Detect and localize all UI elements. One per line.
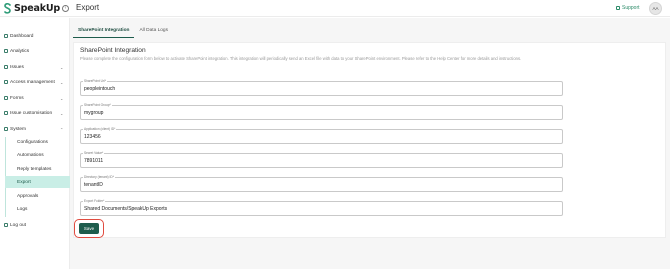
sidebar-subitem-configurations[interactable]: Configurations [5,137,70,147]
field-label: SharePoint Group* [83,103,112,107]
support-link[interactable]: Support [616,5,640,11]
export-folder-field[interactable]: Export Folder* Shared Documents/SpeakUp … [80,199,563,216]
field-label: Directory (tenant) ID* [83,175,115,179]
sidebar-item-label: Analytics [10,48,30,54]
directory-tenant-id-field[interactable]: Directory (tenant) ID* tenantID [80,175,563,192]
sidebar-item-label: Issues [10,64,24,70]
system-icon [4,127,8,131]
sidebar-subitem-reply-templates[interactable]: Reply templates [5,164,70,174]
sidebar-subitem-label: Approvals [17,193,39,199]
speakup-logo-icon [4,3,11,14]
section-title: SharePoint Integration [80,47,146,54]
section-description: Please complete the configuration form b… [80,56,522,61]
issues-icon [4,65,8,69]
chevron-down-icon: ⌄ [60,95,64,101]
tab-sharepoint-integration[interactable]: SharePoint Integration [73,26,135,38]
tab-all-data-logs[interactable]: All Data Logs [134,26,173,38]
field-value: Shared Documents/SpeakUp Exports [84,206,168,212]
sidebar-item-label: Issue customisation [10,110,53,116]
sidebar-subitem-logs[interactable]: Logs [5,204,70,214]
tab-bar: SharePoint Integration All Data Logs [73,26,173,38]
field-value: 7891011 [84,158,104,164]
avatar[interactable]: AA [649,2,662,15]
support-label: Support [622,5,640,11]
sidebar-subitem-approvals[interactable]: Approvals [5,191,70,201]
support-icon [616,6,620,10]
forms-icon [4,96,8,100]
sidebar-item-analytics[interactable]: Analytics [0,46,70,56]
logout-link[interactable]: Log out [0,220,70,230]
sidebar-subitem-label: Reply templates [17,166,52,172]
logout-label: Log out [10,222,27,228]
chevron-down-icon: ⌄ [60,64,64,70]
logout-icon [4,223,8,227]
sharepoint-url-field[interactable]: SharePoint Url* peopleintouch [80,79,563,96]
sidebar-item-label: Access management [10,79,55,85]
dashboard-icon [4,34,8,38]
sidebar-subitem-automations[interactable]: Automations [5,150,70,160]
collapse-sidebar-icon[interactable]: ‹ [62,5,69,12]
sidebar-item-label: System [10,126,26,132]
sidebar-subitem-label: Logs [17,206,28,212]
sharepoint-group-field[interactable]: SharePoint Group* mygroup [80,103,563,120]
secret-value-field[interactable]: Secret Value* 7891011 [80,151,563,168]
speakup-logo[interactable]: SpeakUp [4,2,60,15]
application-client-id-field[interactable]: Application (client) ID* 123456 [80,127,563,144]
sidebar-subitem-label: Automations [17,152,44,158]
chevron-down-icon: ⌄ [60,79,64,85]
sidebar-item-system[interactable]: System ⌃ [0,124,70,134]
sidebar-item-label: Forms [10,95,24,101]
sidebar-subitem-export[interactable]: Export [5,176,70,188]
customise-icon [4,111,8,115]
access-icon [4,80,8,84]
analytics-icon [4,49,8,53]
sidebar-item-forms[interactable]: Forms ⌄ [0,93,70,103]
field-value: mygroup [84,110,104,116]
brand-name: SpeakUp [14,3,60,14]
field-label: Application (client) ID* [83,127,117,131]
sidebar-item-issues[interactable]: Issues ⌄ [0,62,70,72]
sidebar-item-access-management[interactable]: Access management ⌄ [0,77,70,87]
sidebar-item-issue-customisation[interactable]: Issue customisation ⌄ [0,108,70,118]
field-value: 123456 [84,134,101,140]
chevron-down-icon: ⌄ [60,110,64,116]
page-title: Export [76,3,100,12]
chevron-up-icon: ⌃ [60,126,64,132]
field-label: Export Folder* [83,199,106,203]
field-value: peopleintouch [84,86,116,92]
save-button[interactable]: Save [79,223,99,234]
field-label: SharePoint Url* [83,79,107,83]
top-bar: SpeakUp ‹ Export Support AA [0,0,670,17]
sidebar-subitem-label: Configurations [17,139,48,145]
field-label: Secret Value* [83,151,105,155]
sidebar-subitem-label: Export [17,179,31,185]
field-value: tenantID [84,182,103,188]
sidebar-item-dashboard[interactable]: Dashboard [0,31,70,41]
sidebar-item-label: Dashboard [10,33,34,39]
